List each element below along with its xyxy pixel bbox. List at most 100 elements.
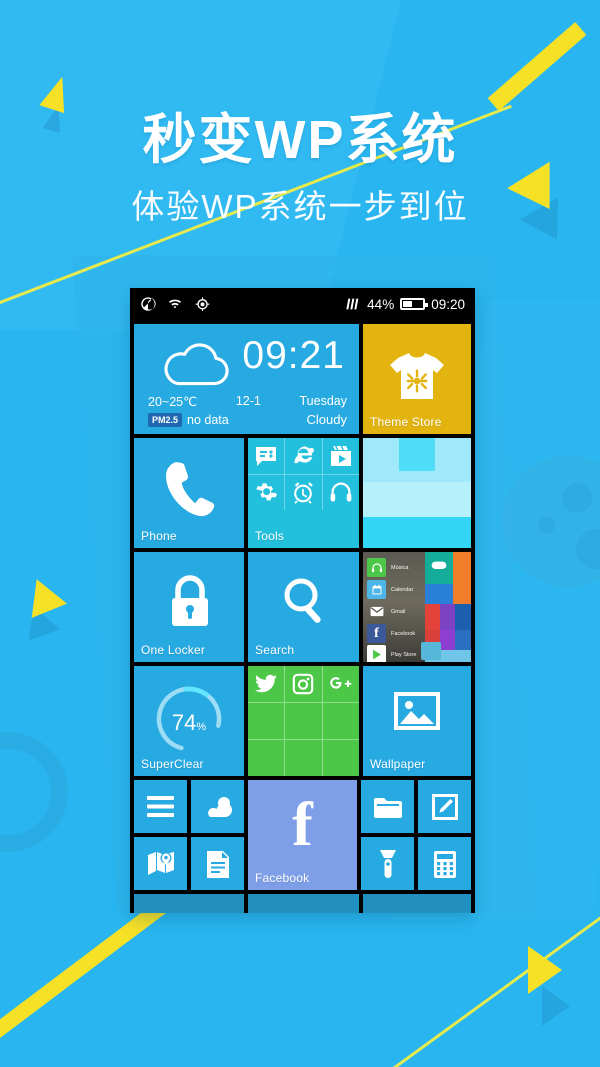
small-tiles-left bbox=[134, 780, 244, 890]
tools-cell-alarm[interactable] bbox=[285, 474, 322, 510]
tools-cell-message[interactable] bbox=[248, 438, 285, 474]
tile-notes[interactable] bbox=[191, 837, 244, 890]
weather-date: 12-1 bbox=[235, 394, 261, 408]
wifi-icon bbox=[169, 299, 181, 309]
flashlight-icon bbox=[380, 850, 396, 878]
tile-menu[interactable] bbox=[134, 780, 187, 833]
picture-icon bbox=[394, 692, 440, 730]
social-cell-8[interactable] bbox=[285, 740, 322, 776]
tile-label-superclear: SuperClear bbox=[141, 757, 204, 771]
tools-icon-grid bbox=[248, 438, 359, 510]
social-cell-6[interactable] bbox=[322, 703, 359, 739]
tile-one-locker[interactable]: One Locker bbox=[134, 552, 244, 662]
hamburger-icon bbox=[147, 796, 174, 817]
facebook-f-icon: f bbox=[292, 791, 313, 859]
tile-superclear[interactable]: 74% SuperClear bbox=[134, 666, 244, 776]
weather-temperature: 20~25℃ bbox=[148, 395, 198, 409]
collage-label-playstore: Play Store bbox=[391, 651, 417, 658]
tile-flashlight[interactable] bbox=[361, 837, 414, 890]
tile-files[interactable] bbox=[361, 780, 414, 833]
collage-app-gmail: Gmail bbox=[367, 602, 405, 621]
tile-social[interactable] bbox=[248, 666, 359, 776]
headphones-icon bbox=[330, 482, 352, 502]
tile-facebook[interactable]: f Facebook bbox=[248, 780, 357, 890]
cloud-small-icon bbox=[208, 797, 232, 817]
movie-icon bbox=[330, 445, 351, 466]
tile-row-2: Phone Tools bbox=[134, 438, 471, 548]
tile-photo[interactable] bbox=[363, 438, 471, 548]
gamepad-icon bbox=[431, 561, 447, 569]
tile-row-3: One Locker Search Música Calendar Gmail … bbox=[134, 552, 471, 662]
internet-explorer-icon bbox=[294, 446, 314, 464]
superclear-percent-unit: % bbox=[196, 721, 207, 733]
tile-partial-2[interactable] bbox=[248, 894, 359, 913]
page-subtitle: 体验WP系统一步到位 bbox=[131, 188, 469, 226]
location-icon bbox=[195, 297, 210, 311]
collage-app-calendar: Calendar bbox=[367, 580, 413, 599]
status-clock: 09:20 bbox=[431, 296, 465, 312]
social-cell-instagram[interactable] bbox=[285, 666, 322, 702]
tools-cell-browser[interactable] bbox=[285, 438, 322, 474]
tile-wallpaper[interactable]: Wallpaper bbox=[363, 666, 471, 776]
google-plus-icon bbox=[330, 676, 352, 689]
collage-app-music: Música bbox=[367, 558, 408, 577]
weather-weekday: Tuesday bbox=[299, 394, 347, 408]
collage-label-gmail: Gmail bbox=[391, 608, 406, 615]
signal-icon bbox=[346, 298, 359, 310]
map-pin-icon bbox=[148, 852, 174, 875]
alarm-clock-icon bbox=[294, 482, 314, 505]
battery-icon bbox=[400, 298, 429, 310]
yellow-triangle-4 bbox=[528, 946, 562, 994]
tools-cell-settings[interactable] bbox=[248, 474, 285, 510]
play-icon bbox=[372, 649, 381, 660]
tile-row-5: f Facebook bbox=[134, 780, 471, 890]
superclear-percent: 74% bbox=[134, 710, 244, 736]
tile-partial-1[interactable] bbox=[134, 894, 244, 913]
pm25-value: no data bbox=[187, 412, 229, 427]
tile-tools[interactable]: Tools bbox=[248, 438, 359, 548]
handset-icon bbox=[166, 462, 215, 517]
tile-partial-3[interactable] bbox=[363, 894, 471, 913]
envelope-icon bbox=[370, 606, 383, 617]
tile-search[interactable]: Search bbox=[248, 552, 359, 662]
page-title: 秒变WP系统 bbox=[142, 110, 458, 170]
tile-app-collage[interactable]: Música Calendar Gmail f Facebook Play St… bbox=[363, 552, 471, 662]
social-icon-grid bbox=[248, 666, 359, 776]
tile-calculator[interactable] bbox=[418, 837, 471, 890]
small-tiles-right bbox=[361, 780, 471, 890]
tile-row-1: 09:21 20~25℃ 12-1 Tuesday PM2.5 no data … bbox=[134, 324, 471, 434]
tile-maps[interactable] bbox=[134, 837, 187, 890]
tile-row-4: 74% SuperClear Wallpaper bbox=[134, 666, 471, 776]
magnifier-icon bbox=[284, 578, 321, 623]
tile-phone[interactable]: Phone bbox=[134, 438, 244, 548]
social-cell-9[interactable] bbox=[322, 740, 359, 776]
gear-icon bbox=[256, 483, 278, 501]
folder-icon bbox=[374, 798, 402, 818]
social-cell-4[interactable] bbox=[248, 703, 285, 739]
calendar-icon bbox=[372, 584, 381, 594]
social-cell-googleplus[interactable] bbox=[322, 666, 359, 702]
battery-percent-label: 44% bbox=[367, 296, 395, 312]
tile-label-tools: Tools bbox=[255, 529, 285, 543]
weather-tile[interactable]: 09:21 20~25℃ 12-1 Tuesday PM2.5 no data … bbox=[134, 324, 359, 434]
tile-theme-store[interactable]: Theme Store bbox=[363, 324, 471, 434]
collage-label-facebook: Facebook bbox=[391, 630, 416, 637]
sync-icon bbox=[141, 297, 156, 311]
pm25-badge: PM2.5 bbox=[148, 412, 183, 427]
status-bar: 44% 09:20 bbox=[130, 288, 475, 320]
pencil-icon bbox=[432, 794, 458, 820]
tile-weather-small[interactable] bbox=[191, 780, 244, 833]
tools-cell-music[interactable] bbox=[322, 474, 359, 510]
weather-clock: 09:21 bbox=[242, 334, 345, 377]
tools-cell-movie[interactable] bbox=[322, 438, 359, 474]
social-cell-twitter[interactable] bbox=[248, 666, 285, 702]
tile-edit[interactable] bbox=[418, 780, 471, 833]
collage-app-facebook: f Facebook bbox=[367, 624, 415, 643]
social-cell-7[interactable] bbox=[248, 740, 285, 776]
instagram-icon bbox=[293, 673, 314, 695]
collage-label-calendar: Calendar bbox=[391, 586, 414, 593]
tile-label-theme-store: Theme Store bbox=[370, 415, 442, 429]
social-cell-5[interactable] bbox=[285, 703, 322, 739]
twitter-icon bbox=[255, 674, 278, 693]
superclear-percent-value: 74 bbox=[171, 710, 197, 735]
